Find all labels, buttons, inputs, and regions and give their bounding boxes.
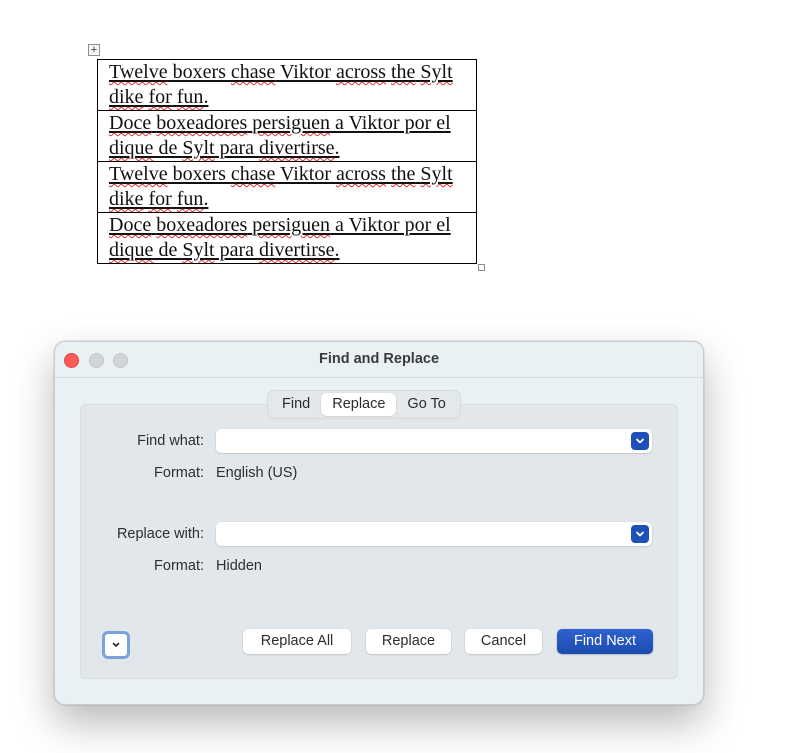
misspelled-word: Twelve [109,163,168,185]
cancel-button[interactable]: Cancel [465,629,542,654]
find-format-label: Format: [154,465,204,481]
text-run: . [334,239,340,261]
find-what-label: Find what: [137,433,204,449]
misspelled-word: Sylt [420,61,453,83]
tab-go-to[interactable]: Go To [396,393,456,416]
text-run: . [334,137,340,159]
text-run: . [203,86,209,108]
tab-replace[interactable]: Replace [321,393,397,416]
replace-format-label: Format: [154,558,204,574]
chevron-down-icon [636,531,644,537]
misspelled-word: dique [109,137,154,159]
text-run: para [214,239,259,261]
misspelled-word: persiguen [252,214,331,236]
table-resize-handle[interactable] [478,264,485,271]
misspelled-word: Sylt [182,239,215,261]
text-run: de [153,239,183,261]
text-run: boxers [167,163,231,185]
find-format-value: English (US) [216,465,298,481]
replace-format-value: Hidden [216,558,262,574]
table-move-handle[interactable]: + [88,44,100,56]
table-cell[interactable]: Twelve boxers chase Viktor across the Sy… [97,59,477,111]
chevron-down-icon [636,438,644,444]
misspelled-word: across [335,61,386,83]
move-arrows-icon: + [90,44,98,56]
table-cell[interactable]: Doce boxeadores persiguen a Viktor por e… [97,212,477,264]
table-cell[interactable]: Doce boxeadores persiguen a Viktor por e… [97,110,477,162]
replace-with-input[interactable] [222,525,626,545]
more-options-button[interactable] [102,631,130,659]
text-run: Viktor [275,163,336,185]
text-run: boxers [167,61,231,83]
table-cell[interactable]: Twelve boxers chase Viktor across the Sy… [97,161,477,213]
text-run: de [153,137,183,159]
misspelled-word: Sylt [420,163,453,185]
title-bar[interactable]: Find and Replace [55,342,703,378]
find-what-input[interactable] [222,432,626,452]
dialog-title: Find and Replace [318,351,440,367]
find-replace-dialog: Find and Replace Find Replace Go To Find… [54,341,704,705]
text-run: . [203,188,209,210]
misspelled-word: dique [109,239,154,261]
misspelled-word: chase [230,163,276,185]
tab-bar: Find Replace Go To [267,390,461,419]
misspelled-word: dike [109,188,144,210]
misspelled-word: Sylt [182,137,215,159]
misspelled-word: chase [230,61,276,83]
replace-button[interactable]: Replace [366,629,451,654]
misspelled-word: Doce [109,112,152,134]
table-row: Twelve boxers chase Viktor across the Sy… [97,161,477,213]
find-next-button[interactable]: Find Next [557,629,653,654]
replace-all-button[interactable]: Replace All [243,629,351,654]
misspelled-word: persiguen [252,112,331,134]
tab-find[interactable]: Find [271,393,321,416]
misspelled-word: divertirse [259,137,335,159]
misspelled-word: the [390,163,416,185]
misspelled-word: across [335,163,386,185]
misspelled-word: Twelve [109,61,168,83]
misspelled-word: the [390,61,416,83]
misspelled-word: fun [176,188,204,210]
misspelled-word: divertirse [259,239,335,261]
chevron-down-icon [112,642,120,647]
text-run: para [214,137,259,159]
find-what-combobox[interactable] [216,429,652,453]
replace-with-label: Replace with: [116,526,204,542]
misspelled-word: boxeadores [156,112,248,134]
misspelled-word: Doce [109,214,152,236]
table-row: Doce boxeadores persiguen a Viktor por e… [97,212,477,264]
text-run: Viktor [275,61,336,83]
text-run: a Viktor por el [330,214,451,236]
misspelled-word: fun [176,86,204,108]
replace-with-dropdown-button[interactable] [631,525,649,543]
table-row: Doce boxeadores persiguen a Viktor por e… [97,110,477,162]
misspelled-word: for [148,188,172,210]
replace-with-combobox[interactable] [216,522,652,546]
text-run: a Viktor por el [330,112,451,134]
misspelled-word: for [148,86,172,108]
misspelled-word: boxeadores [156,214,248,236]
misspelled-word: dike [109,86,144,108]
document-table: Twelve boxers chase Viktor across the Sy… [97,59,477,264]
table-row: Twelve boxers chase Viktor across the Sy… [97,59,477,111]
find-what-dropdown-button[interactable] [631,432,649,450]
